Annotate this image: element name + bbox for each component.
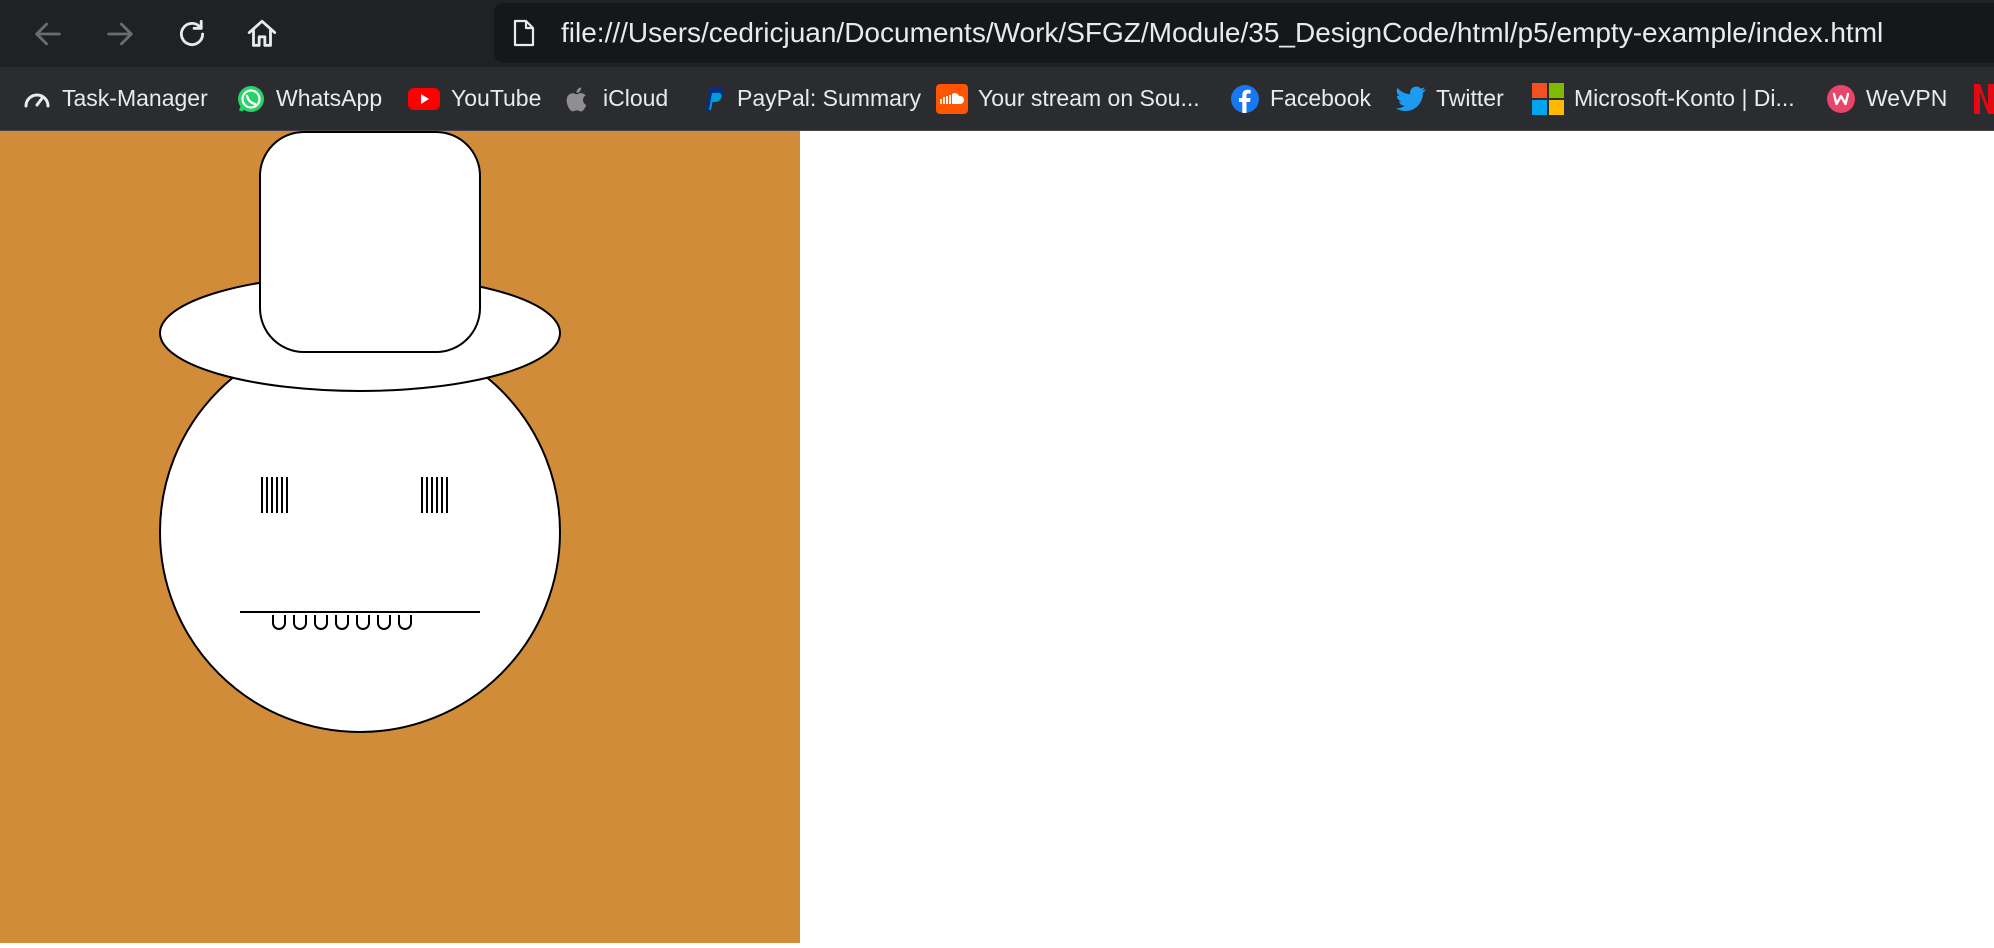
bookmark-wevpn[interactable]: WeVPN bbox=[1826, 67, 1947, 130]
arrow-right-icon bbox=[107, 22, 133, 46]
bookmark-netflix[interactable] bbox=[1972, 67, 1994, 130]
file-icon bbox=[513, 19, 535, 47]
bookmark-microsoft[interactable]: Microsoft-Konto | Di... bbox=[1532, 67, 1795, 130]
p5-canvas bbox=[0, 131, 800, 948]
bookmark-label: Twitter bbox=[1436, 85, 1504, 111]
netflix-icon bbox=[1972, 83, 1994, 114]
bookmarks-bar: Task-Manager WhatsApp YouTube iCloud Pay… bbox=[0, 67, 1994, 131]
bookmark-paypal[interactable]: PayPal: Summary bbox=[697, 67, 921, 130]
reload-button[interactable] bbox=[172, 14, 212, 54]
wevpn-icon bbox=[1826, 84, 1856, 114]
home-icon bbox=[247, 19, 277, 47]
url-text[interactable]: file:///Users/cedricjuan/Documents/Work/… bbox=[561, 3, 1883, 63]
bookmark-label: WhatsApp bbox=[276, 85, 383, 111]
bookmark-label: Task-Manager bbox=[62, 85, 208, 111]
arrow-left-icon bbox=[35, 22, 61, 46]
bookmark-label: YouTube bbox=[451, 85, 542, 111]
whatsapp-icon bbox=[236, 84, 266, 114]
bookmark-label: Microsoft-Konto | Di... bbox=[1574, 85, 1795, 111]
bookmark-youtube[interactable]: YouTube bbox=[407, 67, 541, 130]
bookmark-label: PayPal: Summary bbox=[737, 85, 922, 111]
bookmark-soundcloud[interactable]: Your stream on Sou... bbox=[936, 67, 1200, 130]
forward-button[interactable] bbox=[100, 14, 140, 54]
bookmark-twitter[interactable]: Twitter bbox=[1396, 67, 1504, 130]
youtube-icon bbox=[407, 84, 441, 114]
bookmark-label: iCloud bbox=[603, 85, 669, 111]
bookmark-label: Your stream on Sou... bbox=[978, 85, 1200, 111]
bookmark-whatsapp[interactable]: WhatsApp bbox=[236, 67, 382, 130]
paypal-icon bbox=[697, 84, 727, 114]
microsoft-icon bbox=[1532, 82, 1564, 115]
facebook-icon bbox=[1230, 84, 1260, 114]
speedometer-icon bbox=[22, 84, 52, 114]
bookmark-icloud[interactable]: iCloud bbox=[563, 67, 668, 130]
bookmark-facebook[interactable]: Facebook bbox=[1230, 67, 1371, 130]
bookmark-label: WeVPN bbox=[1866, 85, 1948, 111]
home-button[interactable] bbox=[242, 14, 282, 54]
twitter-icon bbox=[1396, 84, 1426, 114]
browser-toolbar: file:///Users/cedricjuan/Documents/Work/… bbox=[0, 0, 1994, 67]
bookmark-task-manager[interactable]: Task-Manager bbox=[22, 67, 208, 130]
reload-icon bbox=[180, 19, 205, 47]
soundcloud-icon bbox=[936, 83, 968, 114]
sketch-drawing bbox=[0, 131, 800, 943]
back-button[interactable] bbox=[28, 14, 68, 54]
apple-icon bbox=[563, 84, 593, 114]
hat-crown bbox=[259, 131, 481, 353]
address-bar[interactable]: file:///Users/cedricjuan/Documents/Work/… bbox=[494, 3, 1994, 63]
bookmark-label: Facebook bbox=[1270, 85, 1372, 111]
